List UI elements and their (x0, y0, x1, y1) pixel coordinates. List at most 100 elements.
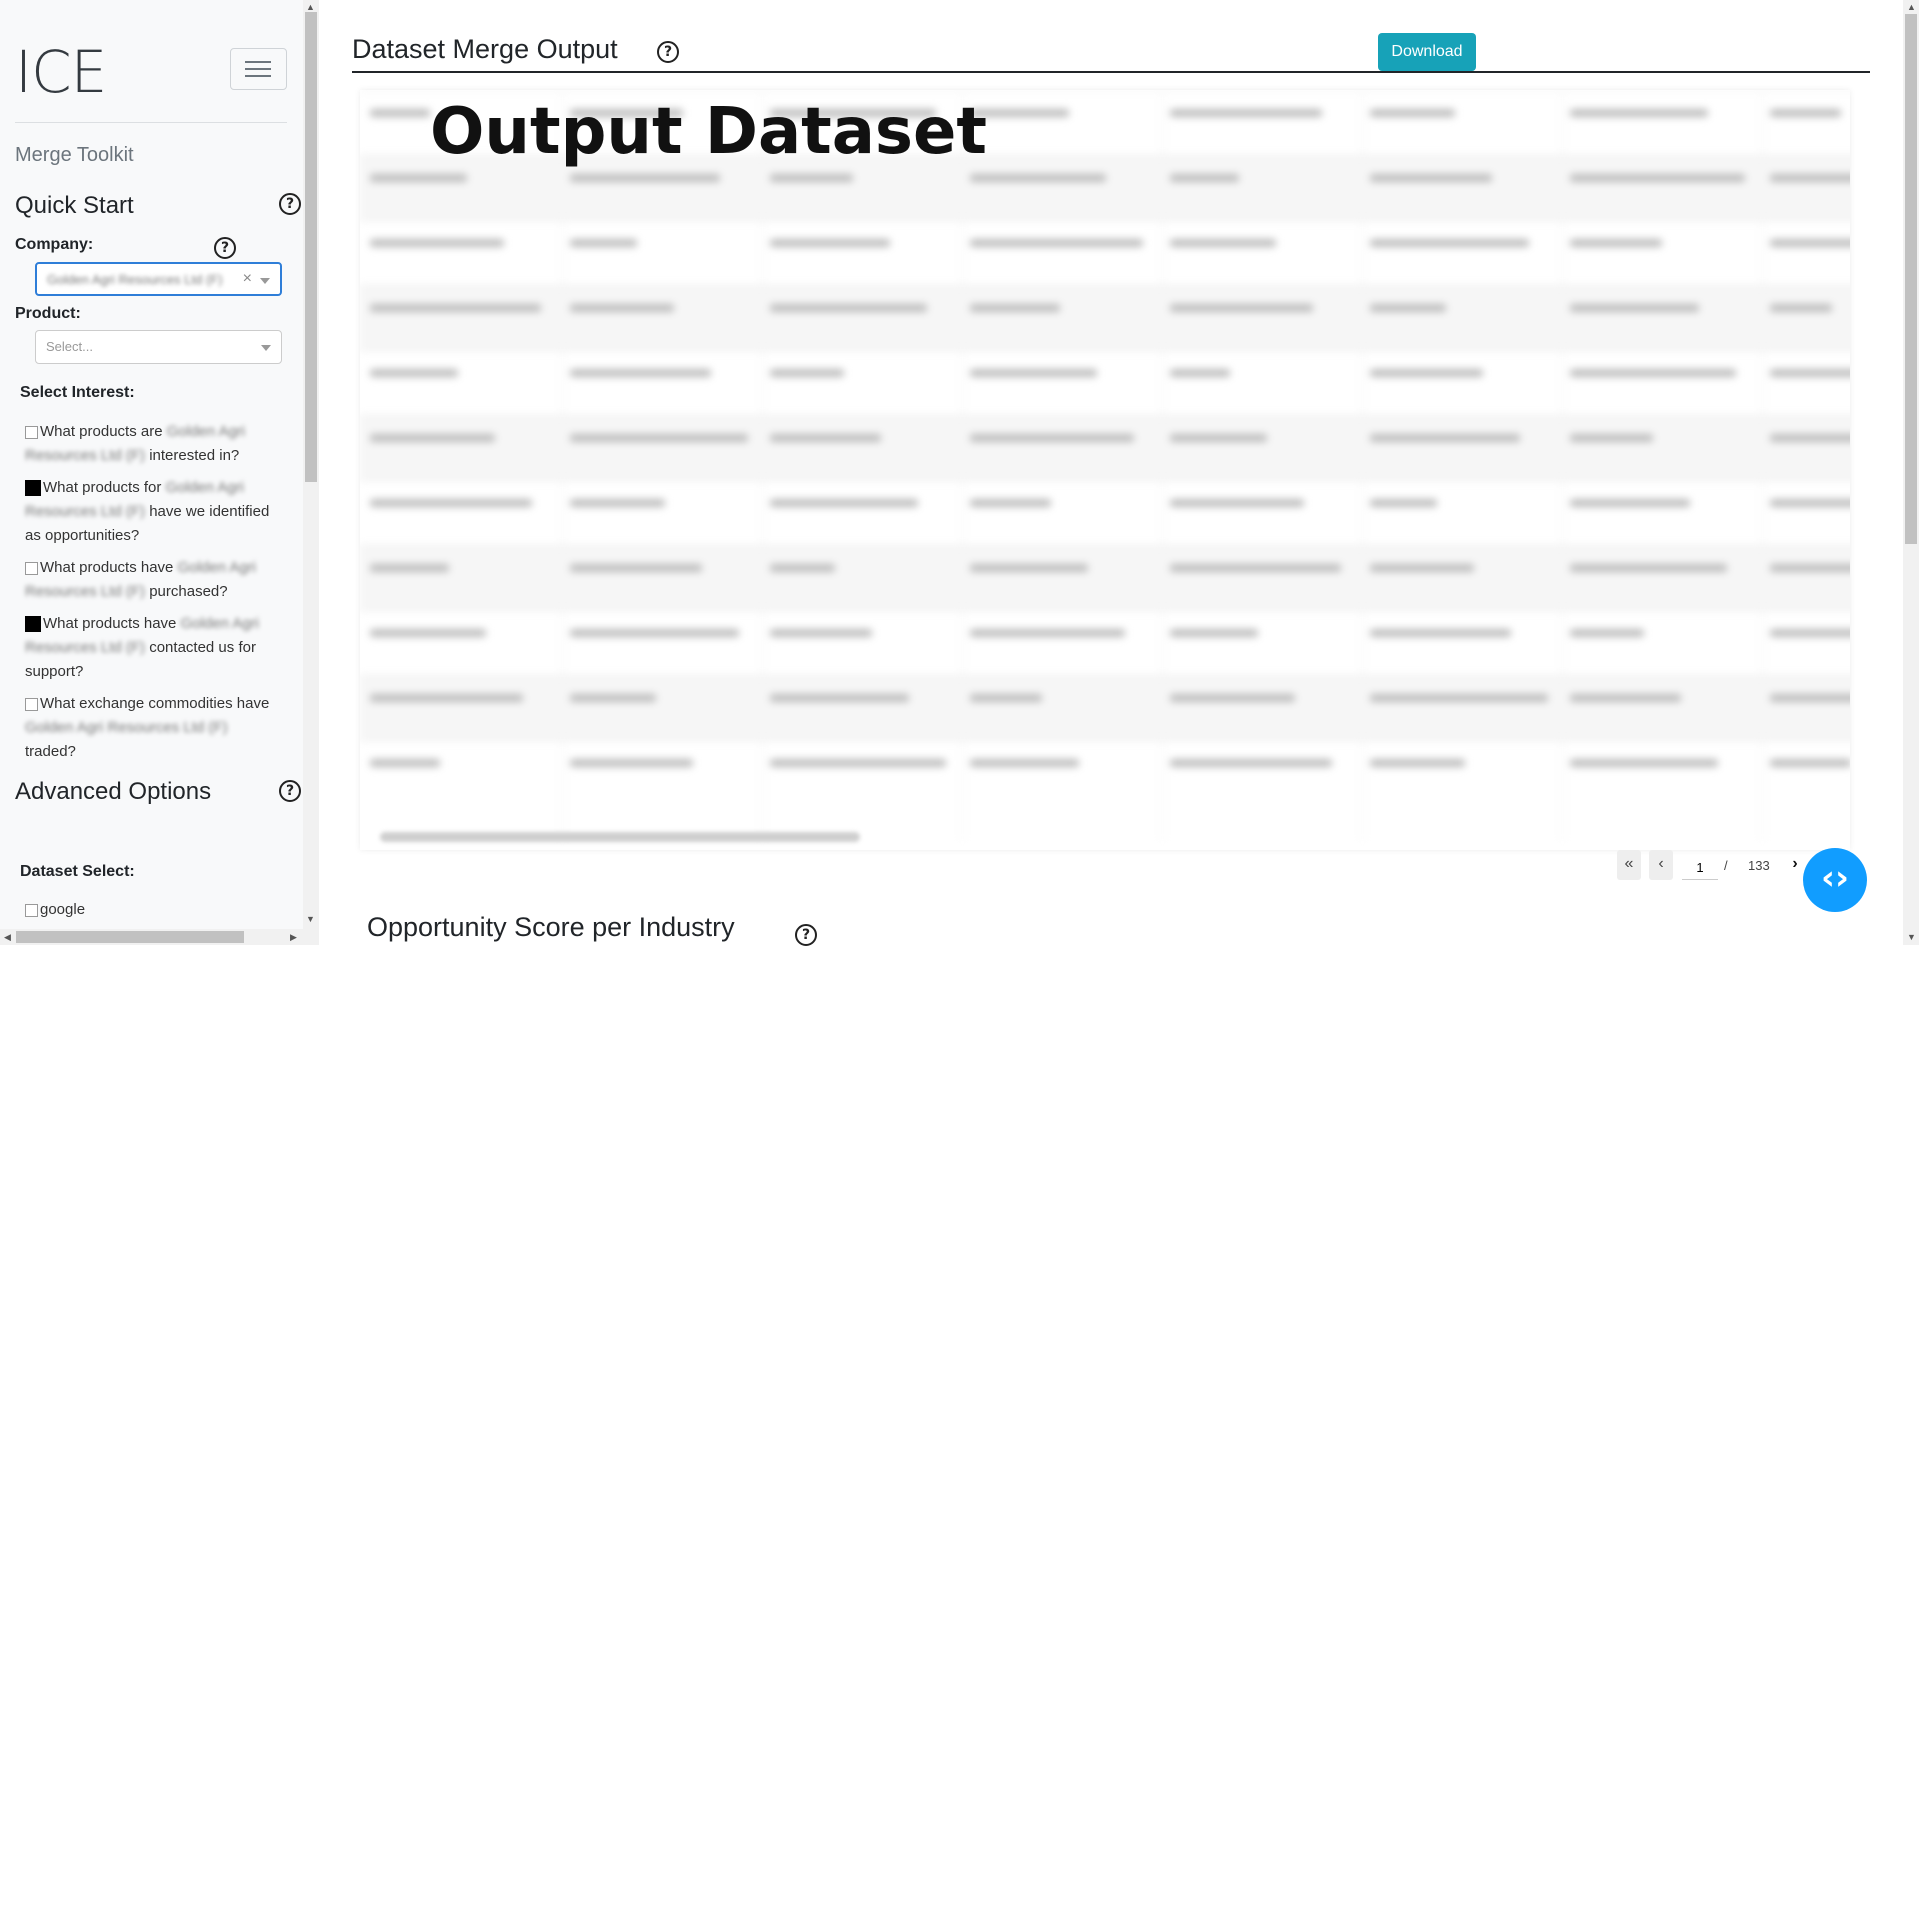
table-cell (1370, 304, 1446, 312)
scroll-up-icon[interactable]: ▲ (306, 2, 315, 12)
checkbox[interactable] (25, 697, 38, 711)
table-cell (770, 629, 872, 637)
table-cell (770, 434, 881, 442)
table-cell (570, 434, 748, 442)
table-cell (1770, 564, 1850, 572)
interest-option[interactable]: What products have Golden Agri Resources… (25, 556, 280, 604)
interest-option[interactable]: What products are Golden Agri Resources … (25, 420, 280, 468)
table-cell (1170, 759, 1332, 767)
interest-text: What products have (43, 615, 181, 632)
download-button[interactable]: Download (1378, 33, 1476, 71)
table-cell (970, 759, 1079, 767)
table-cell (370, 759, 440, 767)
table-cell (370, 564, 449, 572)
clear-icon[interactable]: × (243, 270, 252, 288)
divider (352, 71, 1870, 73)
table-cell (770, 174, 853, 182)
page-scrollbar-thumb[interactable] (1905, 14, 1917, 544)
table-cell (370, 499, 532, 507)
company-select[interactable]: Golden Agri Resources Ltd (F) × (35, 262, 282, 296)
table-row[interactable] (360, 285, 1850, 351)
table-cell (1770, 369, 1850, 377)
checkbox[interactable] (25, 616, 41, 633)
table-row[interactable] (360, 740, 1850, 806)
table-cell (1170, 564, 1341, 572)
checkbox[interactable] (25, 480, 41, 497)
table-hscrollbar[interactable] (380, 832, 860, 842)
table-grid (360, 90, 1850, 840)
interest-option[interactable]: What exchange commodities have Golden Ag… (25, 692, 280, 764)
table-cell (570, 239, 637, 247)
prev-page-icon[interactable]: ‹ (1649, 850, 1673, 880)
help-icon[interactable]: ? (279, 193, 301, 215)
table-cell (1370, 174, 1492, 182)
table-row[interactable] (360, 415, 1850, 481)
table-cell (570, 629, 739, 637)
table-cell (1370, 239, 1529, 247)
page-number-input[interactable] (1682, 855, 1718, 880)
table-cell (970, 434, 1134, 442)
table-cell (1370, 629, 1511, 637)
help-icon[interactable]: ? (795, 924, 817, 946)
table-cell (570, 369, 711, 377)
code-toggle-icon[interactable]: ‹› (1803, 848, 1867, 912)
table-cell (370, 174, 467, 182)
chevron-down-icon[interactable] (260, 278, 270, 284)
table-row[interactable] (360, 675, 1850, 741)
table-cell (1570, 304, 1699, 312)
table-cell (970, 174, 1106, 182)
table-row[interactable] (360, 350, 1850, 416)
table-cell (1770, 499, 1850, 507)
interest-option[interactable]: What products have Golden Agri Resources… (25, 612, 280, 684)
table-cell (1570, 499, 1690, 507)
page-title: Dataset Merge Output (352, 34, 618, 64)
dataset-option[interactable]: google (25, 898, 280, 922)
scroll-up-icon[interactable]: ▲ (1907, 2, 1916, 12)
interest-text: What products have (40, 559, 178, 576)
interest-option[interactable]: What products for Golden Agri Resources … (25, 476, 280, 548)
scroll-left-icon[interactable]: ◀ (4, 932, 11, 943)
checkbox[interactable] (25, 903, 38, 917)
table-cell (570, 174, 720, 182)
help-icon[interactable]: ? (657, 41, 679, 63)
company-select-value: Golden Agri Resources Ltd (F) (47, 272, 223, 287)
table-cell (1370, 369, 1483, 377)
first-page-icon[interactable]: « (1617, 850, 1641, 880)
table-row[interactable] (360, 610, 1850, 676)
table-cell (970, 304, 1060, 312)
checkbox[interactable] (25, 425, 38, 439)
table-cell (1370, 759, 1465, 767)
checkbox[interactable] (25, 561, 38, 575)
table-row[interactable] (360, 220, 1850, 286)
table-row[interactable] (360, 480, 1850, 546)
interest-text: What exchange commodities have (40, 695, 270, 712)
table-cell (1570, 759, 1718, 767)
table-cell (1370, 434, 1520, 442)
table-row[interactable] (360, 545, 1850, 611)
help-icon[interactable]: ? (214, 237, 236, 259)
table-cell (570, 304, 674, 312)
table-cell (1770, 434, 1850, 442)
interest-text: purchased? (145, 583, 228, 600)
quick-start-title: Quick Start (15, 192, 134, 219)
sidebar-scrollbar-thumb[interactable] (305, 12, 317, 482)
sidebar-hscrollbar-thumb[interactable] (16, 931, 244, 943)
table-cell (570, 759, 693, 767)
menu-toggle-button[interactable] (230, 48, 287, 90)
table-cell (1170, 369, 1230, 377)
page-total: 133 (1748, 858, 1770, 873)
scroll-down-icon[interactable]: ▼ (1907, 932, 1916, 942)
dataset-option-label: google (40, 901, 86, 918)
output-table[interactable]: Output Dataset (360, 90, 1850, 850)
scroll-down-icon[interactable]: ▼ (306, 914, 315, 924)
table-cell (370, 369, 458, 377)
scroll-right-icon[interactable]: ▶ (290, 932, 297, 943)
select-interest-label: Select Interest: (20, 384, 135, 401)
table-cell (770, 694, 909, 702)
table-cell (1770, 304, 1832, 312)
table-cell (970, 564, 1088, 572)
chevron-down-icon[interactable] (261, 345, 271, 351)
help-icon[interactable]: ? (279, 780, 301, 802)
product-select[interactable]: Select... (35, 330, 282, 364)
table-cell (1170, 694, 1295, 702)
